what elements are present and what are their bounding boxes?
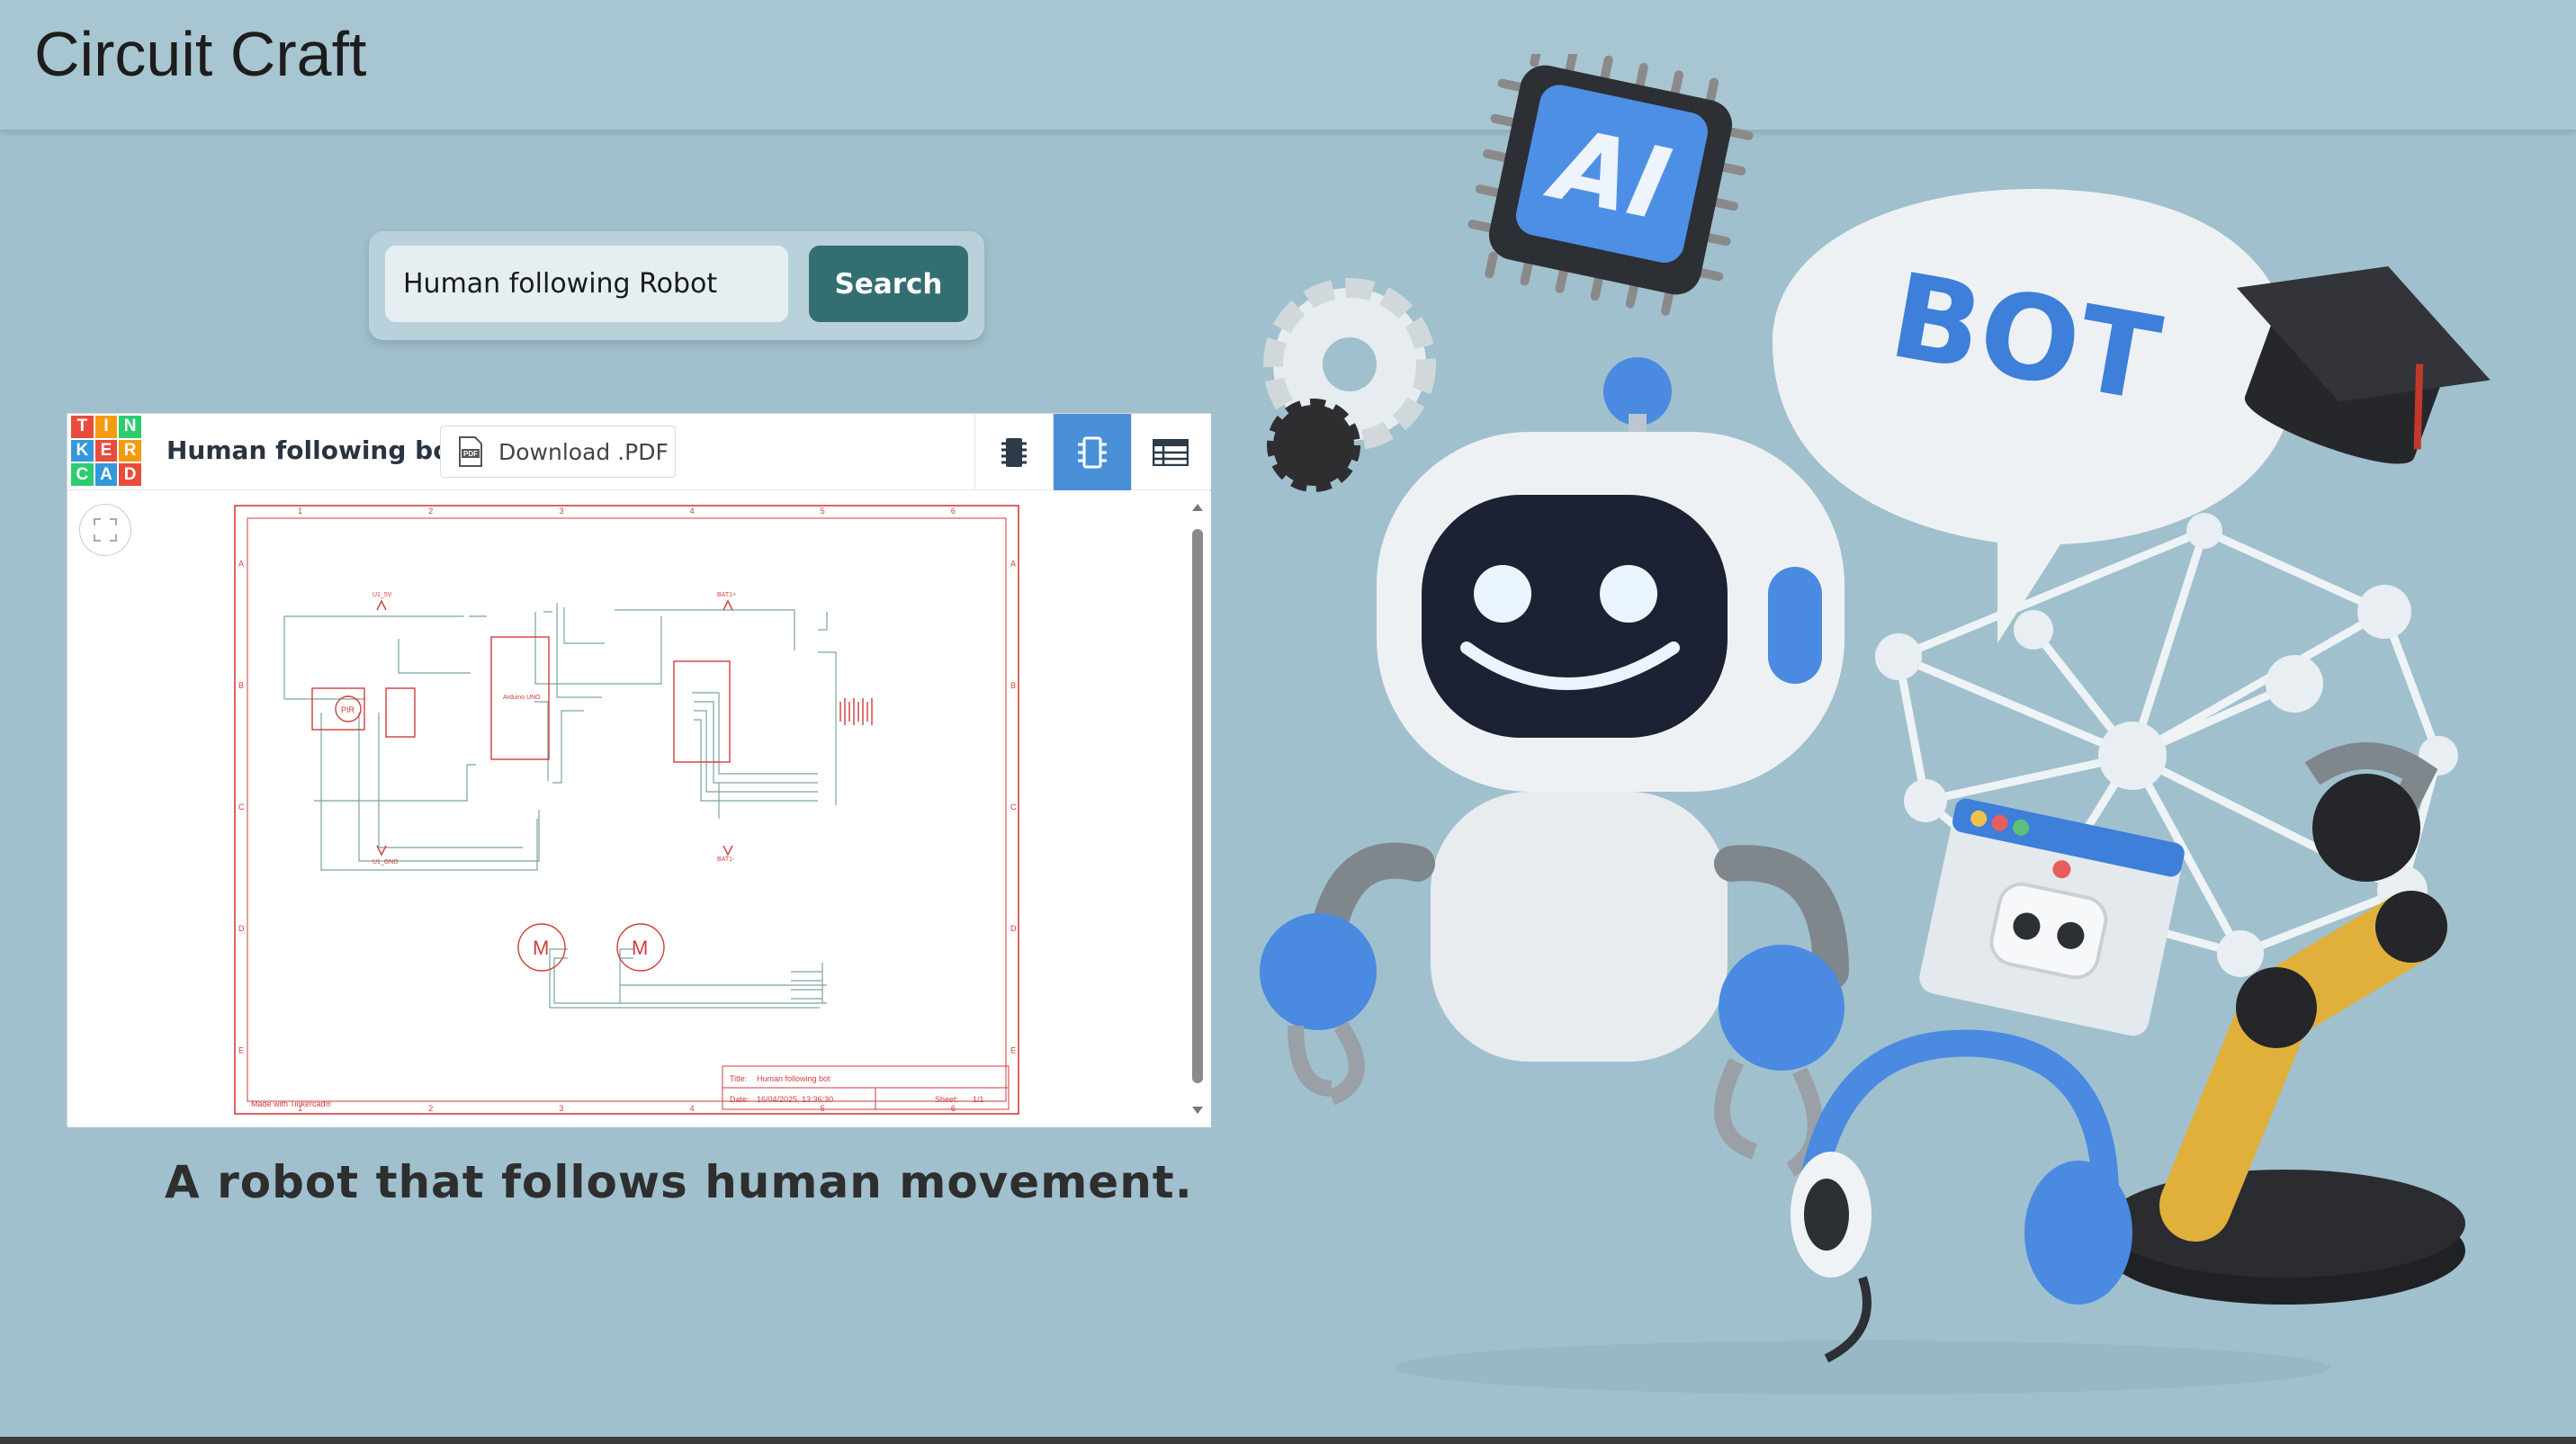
bottom-bar — [0, 1437, 2576, 1444]
made-with-label: Made with Tinkercad® — [251, 1099, 332, 1108]
fullscreen-icon — [94, 518, 117, 542]
sheet-block-label: Sheet: — [935, 1095, 958, 1104]
schematic-row-label: B — [1010, 681, 1016, 690]
fullscreen-button[interactable] — [79, 504, 131, 556]
robot-window-icon — [1919, 798, 2185, 1036]
motor-2-label: M — [632, 937, 648, 959]
headset-icon — [1791, 1029, 2132, 1363]
motor-1-label: M — [533, 937, 549, 959]
schematic-col-label: 5 — [821, 1104, 825, 1113]
date-block-label: Date: — [730, 1095, 749, 1104]
schematic-col-label: 2 — [428, 507, 433, 516]
schematic-row-label: E — [238, 1045, 244, 1054]
hero-illustration: AI BOT — [1260, 54, 2491, 1395]
schematic-col-label: 4 — [690, 507, 695, 516]
schematic-col-label: 2 — [428, 1104, 433, 1113]
circuit-view-icon — [1001, 437, 1027, 467]
tab-component-list[interactable] — [1131, 414, 1209, 490]
schematic-col-label: 3 — [559, 1104, 563, 1113]
schematic-row-label: A — [1010, 560, 1016, 569]
viewer-scrollbar[interactable] — [1189, 498, 1207, 1119]
schematic-col-label: 3 — [559, 507, 563, 516]
logo-letter: E — [94, 439, 118, 462]
u1-gnd-label: U1_GND — [372, 859, 398, 866]
schematic-diagram: 112233445566 A AB BC CD DE E PIR Arduino… — [234, 505, 1019, 1115]
tab-circuit-view[interactable] — [974, 414, 1053, 490]
logo-letter: I — [94, 416, 118, 438]
scroll-down-icon[interactable] — [1189, 1101, 1207, 1119]
pir-label: PIR — [341, 705, 355, 714]
logo-letter: A — [94, 463, 118, 486]
logo-letter: K — [71, 439, 94, 462]
tinkercad-viewer: TINKERCAD Human following bot PDF Downlo… — [67, 413, 1211, 1127]
title-block-label: Title: — [730, 1074, 747, 1083]
schematic-row-label: B — [238, 681, 244, 690]
tinkercad-logo[interactable]: TIN KER CAD — [71, 416, 141, 486]
logo-letter: C — [71, 463, 94, 486]
schematic-canvas[interactable]: 112233445566 AABBCCDDEE PIR Arduino UNO … — [67, 491, 1211, 1127]
ai-chip-icon: AI — [1468, 54, 1754, 316]
schematic-col-label: 4 — [690, 1104, 695, 1113]
schematic-view-icon — [1078, 436, 1107, 468]
schematic-row-label: D — [238, 924, 245, 933]
schematic-col-label: 6 — [951, 1104, 956, 1113]
bat-plus-label: BAT1+ — [717, 592, 736, 598]
viewer-toolbar: TIN KER CAD Human following bot PDF Downlo… — [67, 414, 1211, 490]
project-caption: A robot that follows human movement. — [165, 1156, 1193, 1208]
speech-bubble-icon: BOT — [1773, 189, 2295, 643]
schematic-col-label: 6 — [951, 507, 956, 516]
tab-schematic-view[interactable] — [1053, 414, 1131, 490]
pdf-icon: PDF — [459, 436, 482, 467]
schematic-row-label: E — [1010, 1045, 1016, 1054]
title-block-value: Human following bot — [757, 1074, 830, 1083]
search-button[interactable]: Search — [809, 246, 968, 322]
schematic-row-label: A — [238, 560, 244, 569]
scroll-up-icon[interactable] — [1189, 498, 1207, 516]
logo-letter: T — [71, 416, 94, 438]
date-block-value: 16/04/2025, 13:36:30 — [757, 1095, 833, 1104]
logo-letter: R — [119, 439, 141, 462]
arduino-label: Arduino UNO — [503, 695, 541, 701]
robotic-arm-icon — [2105, 742, 2465, 1305]
component-list-icon — [1153, 438, 1189, 466]
logo-letter: D — [119, 463, 141, 486]
schematic-col-label: 5 — [821, 507, 825, 516]
app-title: Circuit Craft — [34, 19, 367, 89]
download-label: Download .PDF — [498, 438, 669, 465]
search-input[interactable] — [385, 246, 788, 322]
u1-5v-label: U1_5V — [372, 592, 392, 598]
download-pdf-button[interactable]: PDF Download .PDF — [440, 426, 676, 478]
schematic-row-label: D — [1010, 924, 1017, 933]
bat-minus-label: BAT1- — [717, 857, 735, 863]
scroll-thumb[interactable] — [1192, 529, 1203, 1083]
viewer-title: Human following bot — [166, 435, 462, 465]
robot-mascot-icon — [1260, 357, 1849, 1177]
sheet-block-value: 1/1 — [973, 1095, 984, 1104]
gear-icon — [1263, 278, 1436, 492]
svg-text:PDF: PDF — [463, 450, 478, 458]
schematic-row-label: C — [1010, 803, 1017, 812]
schematic-row-label: C — [238, 803, 245, 812]
schematic-col-label: 1 — [298, 507, 302, 516]
search-bar: Search — [369, 231, 984, 340]
logo-letter: N — [119, 416, 141, 438]
